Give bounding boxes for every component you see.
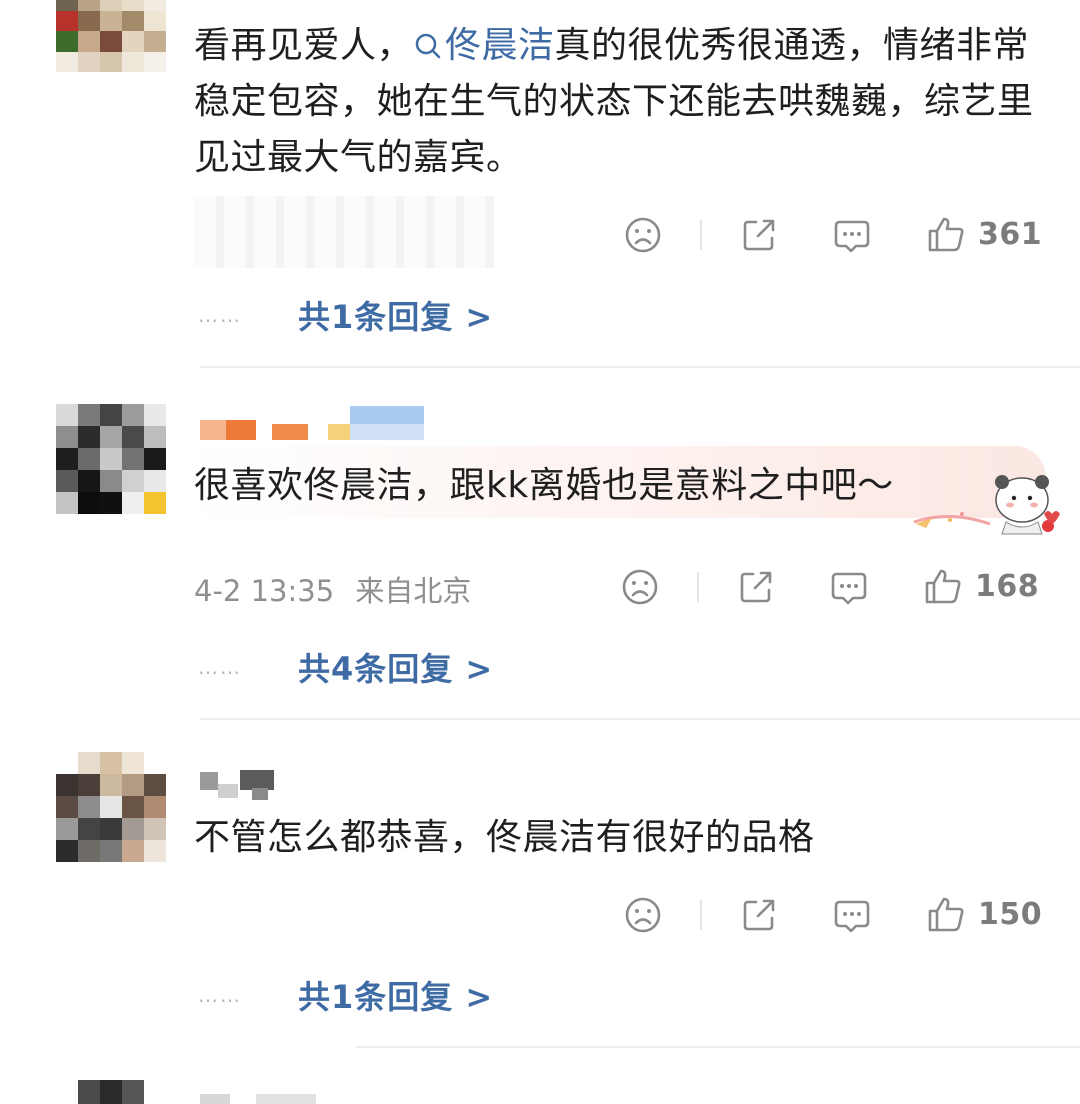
like-count: 168 (975, 568, 1040, 604)
separator (700, 900, 702, 930)
divider (356, 1046, 1080, 1048)
avatar[interactable] (56, 404, 166, 514)
topic-label: 佟晨洁 (445, 25, 555, 66)
dislike-button[interactable] (621, 568, 659, 606)
username[interactable] (200, 1094, 350, 1104)
replies-row[interactable]: …… 共1条回复 > (198, 972, 493, 1018)
separator (697, 572, 699, 602)
comment-button[interactable] (832, 216, 872, 256)
reply-dots: …… (198, 983, 242, 1007)
comment-icon (834, 220, 870, 253)
like-count: 150 (978, 896, 1043, 932)
comment-icon (834, 900, 870, 933)
sad-face-icon (625, 217, 661, 253)
separator (700, 220, 702, 250)
location: 来自北京 (355, 574, 472, 608)
comment-text: 看再见爱人， 佟晨洁真的很优秀很通透，情绪非常稳定包容，她在生气的状态下还能去哄魏… (194, 18, 1044, 186)
reply-dots: …… (198, 655, 242, 679)
thumbs-up-icon (928, 217, 964, 252)
comment-button[interactable] (829, 568, 869, 608)
view-replies-link[interactable]: 共4条回复 > (298, 644, 493, 690)
comment-text-part: 看再见爱人， (194, 25, 414, 66)
share-button[interactable] (740, 216, 778, 254)
dislike-button[interactable] (624, 896, 662, 934)
share-button[interactable] (740, 896, 778, 934)
comment-text: 不管怎么都恭喜，佟晨洁有很好的品格 (194, 817, 815, 858)
comment-meta: 4-2 13:35 来自北京 (194, 568, 471, 610)
sad-face-icon (622, 569, 658, 605)
avatar[interactable] (56, 0, 166, 72)
search-icon (415, 33, 441, 59)
thumbs-up-icon (925, 569, 961, 604)
like-button[interactable]: 361 (926, 214, 1042, 254)
username[interactable] (200, 406, 424, 442)
like-count: 361 (978, 216, 1043, 252)
view-replies-link[interactable]: 共1条回复 > (298, 292, 493, 338)
dislike-button[interactable] (624, 216, 662, 254)
replies-row[interactable]: …… 共4条回复 > (198, 644, 493, 690)
topic-link[interactable]: 佟晨洁 (413, 25, 555, 66)
thumbs-up-icon (928, 897, 964, 932)
replies-row[interactable]: …… 共1条回复 > (198, 292, 493, 338)
username[interactable] (200, 770, 280, 800)
share-icon (740, 571, 772, 603)
comment-text: 很喜欢佟晨洁，跟kk离婚也是意料之中吧～ (194, 465, 894, 506)
view-replies-link[interactable]: 共1条回复 > (298, 972, 493, 1018)
like-button[interactable]: 168 (923, 566, 1039, 606)
divider (200, 366, 1080, 368)
avatar[interactable] (56, 752, 166, 862)
divider (200, 718, 1080, 720)
like-button[interactable]: 150 (926, 894, 1042, 934)
comment-button[interactable] (832, 896, 872, 936)
sad-face-icon (625, 897, 661, 933)
share-icon (743, 219, 775, 251)
panda-sticker-icon (913, 475, 1060, 535)
avatar[interactable] (56, 1080, 166, 1104)
share-button[interactable] (737, 568, 775, 606)
share-icon (743, 899, 775, 931)
reply-dots: …… (198, 303, 242, 327)
image-placeholder (194, 196, 494, 268)
timestamp: 4-2 13:35 (194, 574, 335, 608)
comment-icon (831, 572, 867, 605)
